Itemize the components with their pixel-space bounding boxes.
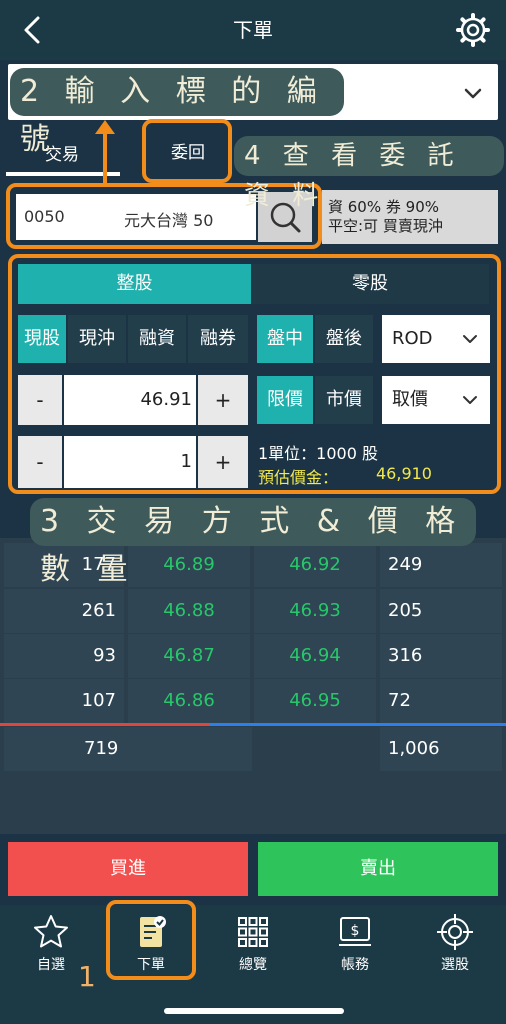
ask-ratio-bar <box>210 723 506 726</box>
bid-price[interactable]: 46.86 <box>128 679 250 723</box>
nav-label: 總覽 <box>239 957 267 973</box>
nav-label: 帳務 <box>341 957 369 973</box>
ask-volume: 249 <box>380 543 502 587</box>
bid-volume: 261 <box>4 589 124 633</box>
ask-volume: 205 <box>380 589 502 633</box>
callout-order-panel <box>8 254 501 494</box>
ask-price[interactable]: 46.94 <box>254 634 376 678</box>
callout-order-nav <box>106 900 196 980</box>
grid-icon <box>238 917 268 947</box>
ask-volume: 72 <box>380 679 502 723</box>
annotation-step-2: 2 輸 入 標 的 編 號 <box>10 68 344 157</box>
callout-orders-tab <box>142 119 232 183</box>
ask-price[interactable]: 46.92 <box>254 543 376 587</box>
page-title: 下單 <box>233 18 273 42</box>
account-icon: $ <box>339 917 371 946</box>
home-indicator <box>164 1008 344 1014</box>
annotation-step-3: 3 交 易 方 式 & 價 格 數 量 <box>30 498 476 587</box>
bid-price[interactable]: 46.88 <box>128 589 250 633</box>
nav-label: 選股 <box>441 957 469 973</box>
margin-ratio: 資 60% 券 90% <box>328 198 439 216</box>
bid-price[interactable]: 46.87 <box>128 634 250 678</box>
star-icon <box>34 915 68 948</box>
total-bid-volume: 719 <box>4 727 252 771</box>
total-ask-volume: 1,006 <box>380 727 502 771</box>
margin-info-panel: 資 60% 券 90% 平空:可 買賣現沖 <box>322 190 498 244</box>
svg-text:$: $ <box>351 923 360 939</box>
annotation-step-1: 1 <box>78 960 96 993</box>
annotation-step-4: 4 查 看 委 託 資 料 <box>234 136 504 211</box>
nav-item-overview[interactable]: 總覽 <box>213 912 293 974</box>
nav-item-stock-picker[interactable]: 選股 <box>415 912 495 974</box>
gear-icon <box>456 13 490 47</box>
bid-volume: 107 <box>4 679 124 723</box>
ask-volume: 316 <box>380 634 502 678</box>
chevron-down-icon[interactable] <box>462 82 484 104</box>
bid-ratio-bar <box>0 723 210 726</box>
target-icon <box>437 914 473 950</box>
bid-price[interactable]: 46.89 <box>128 543 250 587</box>
ask-price[interactable]: 46.95 <box>254 679 376 723</box>
bid-volume: 93 <box>4 634 124 678</box>
sell-button[interactable]: 賣出 <box>258 842 498 896</box>
buy-button[interactable]: 買進 <box>8 842 248 896</box>
settings-button[interactable] <box>455 12 491 48</box>
short-status: 平空:可 買賣現沖 <box>328 217 443 235</box>
ask-price[interactable]: 46.93 <box>254 589 376 633</box>
arrow-up-icon <box>95 120 115 186</box>
nav-item-account[interactable]: $ 帳務 <box>315 912 395 974</box>
